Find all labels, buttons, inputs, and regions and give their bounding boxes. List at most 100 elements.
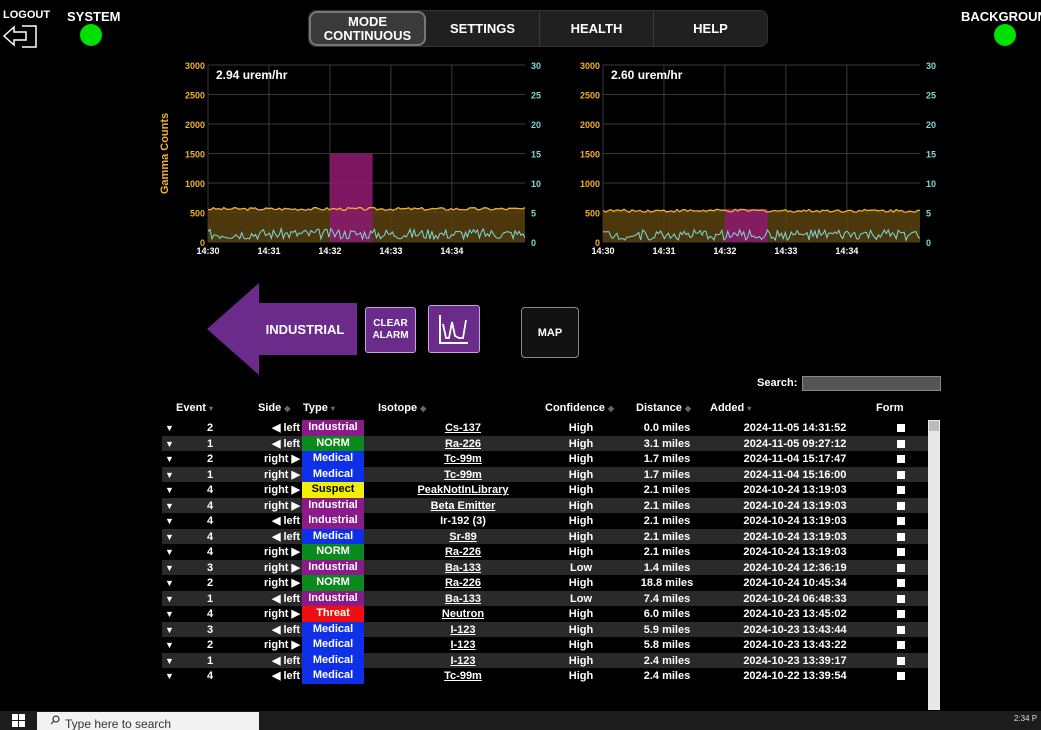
cell-isotope-link[interactable]: Ra-226 [408,545,518,559]
row-expand-toggle[interactable]: ▼ [165,545,174,559]
table-row[interactable]: ▼ 1 right ▶ Medical Tc-99m High 1.7 miles 2024-… [162,466,928,482]
row-expand-toggle[interactable]: ▼ [165,468,174,482]
col-type[interactable]: Type ▾ [303,402,335,414]
table-row[interactable]: ▼ 1 ◀ left NORM Ra-226 High 3.1 miles 2024-11-0… [162,435,928,451]
x-tick-label: 14:32 [713,246,736,256]
cell-isotope-link[interactable]: I-123 [408,638,518,652]
cell-isotope-link[interactable]: Cs-137 [408,421,518,435]
row-expand-toggle[interactable]: ▼ [165,483,174,497]
form-checkbox[interactable] [897,470,905,479]
table-row[interactable]: ▼ 2 ◀ left Industrial Cs-137 High 0.0 miles 202… [162,420,928,436]
form-checkbox[interactable] [897,594,905,603]
row-expand-toggle[interactable]: ▼ [165,607,174,621]
row-expand-toggle[interactable]: ▼ [165,561,174,575]
table-row[interactable]: ▼ 1 ◀ left Medical I-123 High 2.4 miles 2024-10… [162,652,928,668]
search-input[interactable] [802,376,941,391]
cell-isotope-link[interactable]: Neutron [408,607,518,621]
logout-label[interactable]: LOGOUT [3,9,50,21]
row-expand-toggle[interactable]: ▼ [165,669,174,683]
table-row[interactable]: ▼ 2 right ▶ NORM Ra-226 High 18.8 miles 2024-10… [162,575,928,591]
table-row[interactable]: ▼ 4 right ▶ Suspect PeakNotInLibrary High 2.1 … [162,482,928,498]
cell-side: ◀ left [271,530,300,543]
table-row[interactable]: ▼ 3 ◀ left Medical I-123 High 5.9 miles 2024-10… [162,621,928,637]
form-checkbox[interactable] [897,656,905,665]
form-checkbox[interactable] [897,517,905,525]
table-row[interactable]: ▼ 4 right ▶ NORM Ra-226 High 2.1 miles 2024-10-… [162,544,928,560]
row-expand-toggle[interactable]: ▼ [165,514,174,528]
cell-isotope-link[interactable]: Sr-89 [408,530,518,544]
nav-health-button[interactable]: HEALTH [540,11,654,46]
cell-side: ◀ left [271,654,300,667]
nav-help-button[interactable]: HELP [654,11,767,46]
cell-isotope-link[interactable]: Ba-133 [408,561,518,575]
table-scroll-thumb[interactable] [929,421,939,431]
form-checkbox[interactable] [897,610,905,618]
col-added[interactable]: Added ▾ [710,402,751,414]
cell-isotope-link[interactable]: Ra-226 [408,576,518,590]
cell-isotope-link[interactable]: I-123 [408,654,518,668]
row-expand-toggle[interactable]: ▼ [165,421,174,435]
cell-isotope-link[interactable]: Ba-133 [408,592,518,606]
y-tick-label: 1000 [580,179,600,189]
main-nav: MODE CONTINUOUS SETTINGS HEALTH HELP [308,10,768,47]
row-expand-toggle[interactable]: ▼ [165,499,174,513]
nav-mode-button[interactable]: MODE CONTINUOUS [309,11,426,46]
cell-isotope-link[interactable]: Beta Emitter [408,499,518,513]
table-row[interactable]: ▼ 2 right ▶ Medical Tc-99m High 1.7 miles 2024-… [162,451,928,467]
cell-isotope-link[interactable]: Ra-226 [408,437,518,451]
form-checkbox[interactable] [897,486,905,494]
windows-start-icon[interactable] [12,714,26,728]
cell-type-badge: NORM [302,575,364,591]
table-scrollbar[interactable] [928,420,940,710]
form-checkbox[interactable] [897,548,905,556]
col-event[interactable]: Event ▾ [176,402,213,414]
row-expand-toggle[interactable]: ▼ [165,576,174,590]
row-expand-toggle[interactable]: ▼ [165,638,174,652]
cell-isotope-link[interactable]: Tc-99m [408,452,518,466]
form-checkbox[interactable] [897,625,905,634]
col-confidence[interactable]: Confidence ◆ [545,402,614,414]
table-row[interactable]: ▼ 2 right ▶ Medical I-123 High 5.8 miles 2024-1… [162,637,928,653]
table-row[interactable]: ▼ 4 right ▶ Industrial Beta Emitter High 2.1 m… [162,497,928,513]
form-checkbox[interactable] [897,579,905,587]
col-side[interactable]: Side ◆ [258,402,290,414]
table-row[interactable]: ▼ 1 ◀ left Industrial Ba-133 Low 7.4 miles 2024… [162,590,928,606]
table-row[interactable]: ▼ 4 right ▶ Threat Neutron High 6.0 miles 2024-… [162,606,928,622]
cell-isotope-link[interactable]: Tc-99m [408,468,518,482]
y-tick-label: 500 [190,209,205,219]
row-expand-toggle[interactable]: ▼ [165,592,174,606]
background-status-indicator [994,24,1016,46]
form-checkbox[interactable] [897,501,905,510]
map-button[interactable]: MAP [521,307,579,358]
system-status-indicator [80,24,102,46]
table-row[interactable]: ▼ 4 ◀ left Medical Tc-99m High 2.4 miles 2024-1… [162,668,928,684]
taskbar-search-box[interactable]: Type here to search [37,712,259,730]
row-expand-toggle[interactable]: ▼ [165,623,174,637]
cell-isotope-link[interactable]: I-123 [408,623,518,637]
nav-settings-button[interactable]: SETTINGS [426,11,540,46]
table-row[interactable]: ▼ 3 right ▶ Industrial Ba-133 Low 1.4 miles 202… [162,559,928,575]
form-checkbox[interactable] [897,439,905,448]
cell-isotope-link[interactable]: Tc-99m [408,669,518,683]
form-checkbox[interactable] [897,641,905,649]
x-tick-label: 14:33 [379,246,402,256]
form-checkbox[interactable] [897,455,905,463]
form-checkbox[interactable] [897,672,905,680]
cell-type-badge: Industrial [302,559,364,575]
cell-type-badge: Medical [302,451,364,467]
cell-isotope-link[interactable]: PeakNotInLibrary [408,483,518,497]
row-expand-toggle[interactable]: ▼ [165,530,174,544]
clear-alarm-button[interactable]: CLEAR ALARM [365,307,416,353]
form-checkbox[interactable] [897,563,905,572]
col-isotope[interactable]: Isotope ◆ [378,402,426,414]
logout-icon[interactable] [2,22,42,50]
table-row[interactable]: ▼ 4 ◀ left Industrial Ir-192 (3) High 2.1 mile… [162,513,928,529]
table-row[interactable]: ▼ 4 ◀ left Medical Sr-89 High 2.1 miles 2024-10… [162,528,928,544]
form-checkbox[interactable] [897,532,905,541]
col-distance[interactable]: Distance ◆ [636,402,691,414]
spectrum-button[interactable] [428,305,480,353]
row-expand-toggle[interactable]: ▼ [165,654,174,668]
form-checkbox[interactable] [897,424,905,432]
row-expand-toggle[interactable]: ▼ [165,437,174,451]
row-expand-toggle[interactable]: ▼ [165,452,174,466]
